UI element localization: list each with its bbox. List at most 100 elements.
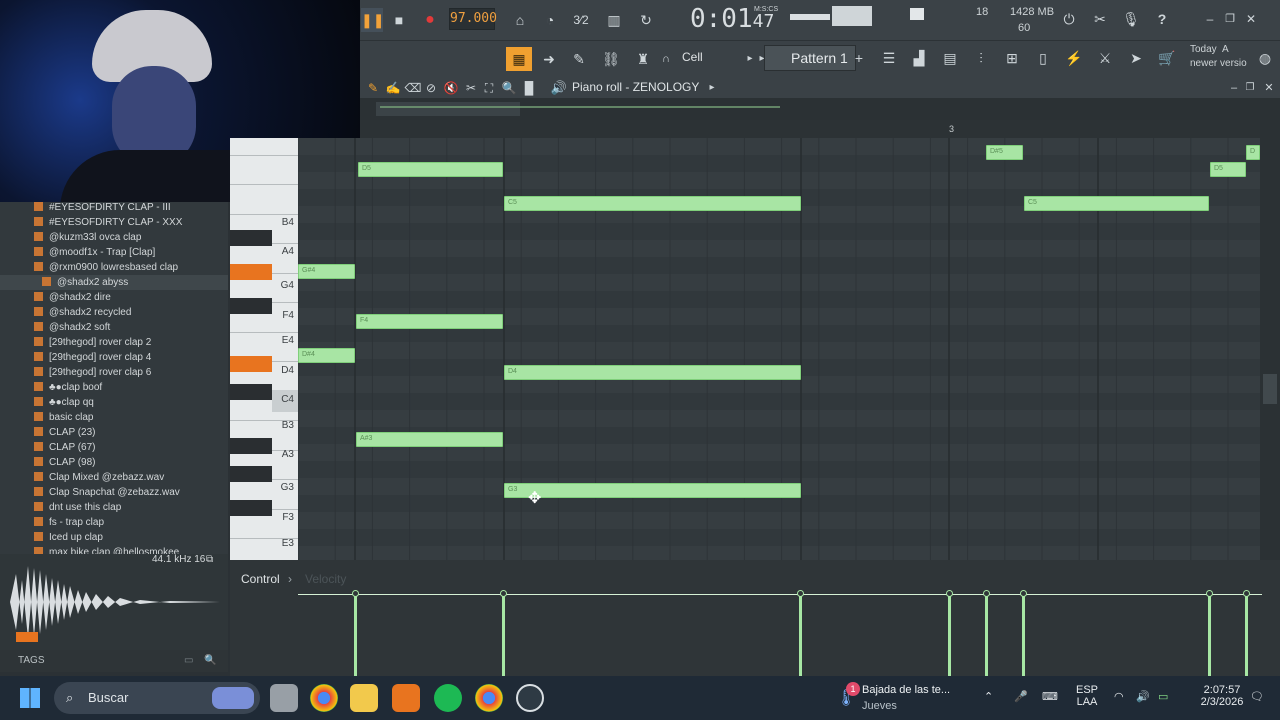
play-button[interactable]: ❚❚ (361, 8, 384, 32)
time-ruler[interactable]: 3 (360, 120, 1260, 138)
midi-note[interactable]: G#4 (298, 264, 355, 279)
velocity-handle[interactable] (1206, 590, 1213, 597)
chevron-right-icon[interactable]: ▸ (744, 47, 756, 71)
browser-item[interactable]: ♣●clap boof (0, 380, 228, 395)
velocity-stem[interactable] (1022, 596, 1025, 676)
minimize-icon[interactable]: – (1202, 7, 1218, 31)
globe-icon[interactable]: ◍ (1254, 46, 1276, 70)
midi-note[interactable]: D5 (1210, 162, 1246, 177)
midi-note[interactable]: D#5 (986, 145, 1023, 160)
performance-icon[interactable]: ⚔ (1094, 46, 1116, 70)
browser-item[interactable]: [29thegod] rover clap 4 (0, 350, 228, 365)
pattern-add-button[interactable]: + (851, 46, 867, 70)
chrome-app-icon[interactable] (310, 684, 338, 712)
black-key[interactable] (230, 466, 272, 482)
playlist-icon[interactable]: ☰ (878, 46, 900, 70)
cart-icon[interactable]: 🛒 (1156, 46, 1178, 70)
browser-item[interactable]: #EYESOFDIRTY CLAP - XXX (0, 215, 228, 230)
velocity-handle[interactable] (946, 590, 953, 597)
browser-item[interactable]: Iced up clap (0, 530, 228, 545)
browser-item[interactable]: dnt use this clap (0, 500, 228, 515)
velocity-handle[interactable] (983, 590, 990, 597)
fl-studio-app-icon[interactable] (392, 684, 420, 712)
velocity-handle[interactable] (1020, 590, 1027, 597)
velocity-handle[interactable] (1243, 590, 1250, 597)
pr-maximize-icon[interactable]: ❐ (1242, 76, 1258, 100)
midi-note[interactable]: C5 (1024, 196, 1209, 211)
browser-item[interactable]: @moodf1x - Trap [Clap] (0, 245, 228, 260)
piano-roll-window-icon[interactable]: ▟ (908, 46, 930, 70)
browser-item[interactable]: CLAP (67) (0, 440, 228, 455)
plugin-icon[interactable]: ⚡ (1063, 46, 1085, 70)
velocity-label[interactable]: Velocity (305, 572, 346, 586)
master-volume[interactable] (790, 14, 830, 20)
mic-icon[interactable]: 🎙 (1120, 7, 1142, 31)
obs-app-icon[interactable] (516, 684, 544, 712)
black-key[interactable] (230, 298, 272, 314)
wait-icon[interactable]: ◔ (538, 8, 562, 32)
slice-tool-icon[interactable]: ✂ (462, 76, 480, 100)
tray-chevron-icon[interactable]: ⌃ (984, 690, 993, 703)
news-widget[interactable]: 🌡 1 Bajada de las te... Jueves (834, 680, 964, 716)
pencil-icon[interactable]: ✎ (568, 47, 590, 71)
velocity-handle[interactable] (500, 590, 507, 597)
piano-roll-overview[interactable] (360, 98, 1280, 120)
highlighted-black-key[interactable] (230, 264, 272, 280)
hint-message[interactable]: newer versio (1190, 58, 1247, 69)
metronome-icon[interactable]: ⌂ (508, 8, 532, 32)
note-grid[interactable]: D5 C5 D#5 C5 D5 D G#4 F4 D#4 D4 A#3 G3 ✥ (298, 138, 1260, 560)
browser-item[interactable]: ♣●clap qq (0, 395, 228, 410)
delete-tool-icon[interactable]: ⊘ (422, 76, 440, 100)
midi-note[interactable]: F4 (356, 314, 503, 329)
pr-minimize-icon[interactable]: – (1226, 76, 1242, 100)
black-key[interactable] (230, 230, 272, 246)
browser-item[interactable]: @shadx2 recycled (0, 305, 228, 320)
piano-keyboard[interactable]: B4 A4 G4 F4 E4 D4 C4 B3 A3 G3 F3 E3 (230, 138, 298, 560)
browser-item[interactable]: @shadx2 soft (0, 320, 228, 335)
browser-item[interactable]: @shadx2 dire (0, 290, 228, 305)
folder-app-icon[interactable] (350, 684, 378, 712)
piano-roll-icon[interactable]: ▦ (506, 47, 532, 71)
lang-indicator[interactable]: ESP LAA (1070, 684, 1104, 708)
white-key[interactable] (230, 156, 298, 185)
countdown-icon[interactable]: 3⁄2 (568, 8, 594, 32)
notification-icon[interactable]: 🗨 (1250, 690, 1264, 703)
velocity-handle[interactable] (797, 590, 804, 597)
browser-item[interactable]: [29thegod] rover clap 2 (0, 335, 228, 350)
keyboard-tray-icon[interactable]: ⌨ (1042, 690, 1058, 703)
highlighted-black-key[interactable] (230, 356, 272, 372)
windows-start-icon[interactable] (20, 688, 40, 708)
power-icon[interactable]: ⏻ (1058, 7, 1080, 31)
velocity-handle[interactable] (352, 590, 359, 597)
chrome-profile-app-icon[interactable] (475, 684, 503, 712)
snap-select[interactable]: Cell (682, 50, 703, 64)
mic-tray-icon[interactable]: 🎤 (1014, 690, 1028, 703)
master-pitch[interactable] (832, 6, 872, 26)
velocity-stem[interactable] (1208, 596, 1211, 676)
volume-icon[interactable]: 🔊 (1136, 690, 1150, 703)
browser-item[interactable]: [29thegod] rover clap 6 (0, 365, 228, 380)
black-key[interactable] (230, 438, 272, 454)
brush-tool-icon[interactable]: ✍ (384, 76, 402, 100)
maximize-icon[interactable]: ❐ (1222, 7, 1238, 31)
browser-item[interactable]: basic clap (0, 410, 228, 425)
sample-preview[interactable]: 44.1 kHz 16 ⧉ (0, 554, 228, 650)
search-browser-icon[interactable]: 🔍 (204, 650, 216, 672)
mixer-icon[interactable]: ⫶ (970, 46, 992, 70)
file-explorer-app-icon[interactable] (270, 684, 298, 712)
channel-rack-icon[interactable]: ▤ (939, 46, 961, 70)
midi-note[interactable]: D4 (504, 365, 801, 380)
tempo-display[interactable]: 97.000 (449, 8, 497, 30)
help-icon[interactable]: ? (1151, 7, 1173, 31)
vertical-scrollbar[interactable] (1260, 120, 1280, 560)
magnet-icon[interactable]: ∩ (658, 47, 674, 71)
close-icon[interactable]: ✕ (1243, 7, 1259, 31)
folder-icon[interactable]: ▭ (184, 650, 193, 672)
midi-note[interactable]: G3 (504, 483, 801, 498)
velocity-stem[interactable] (1245, 596, 1248, 676)
white-key[interactable] (230, 185, 298, 215)
erase-tool-icon[interactable]: ⌫ (404, 76, 422, 100)
stop-button[interactable]: ■ (388, 8, 410, 32)
midi-note[interactable]: D (1246, 145, 1260, 160)
velocity-stem[interactable] (354, 596, 357, 676)
